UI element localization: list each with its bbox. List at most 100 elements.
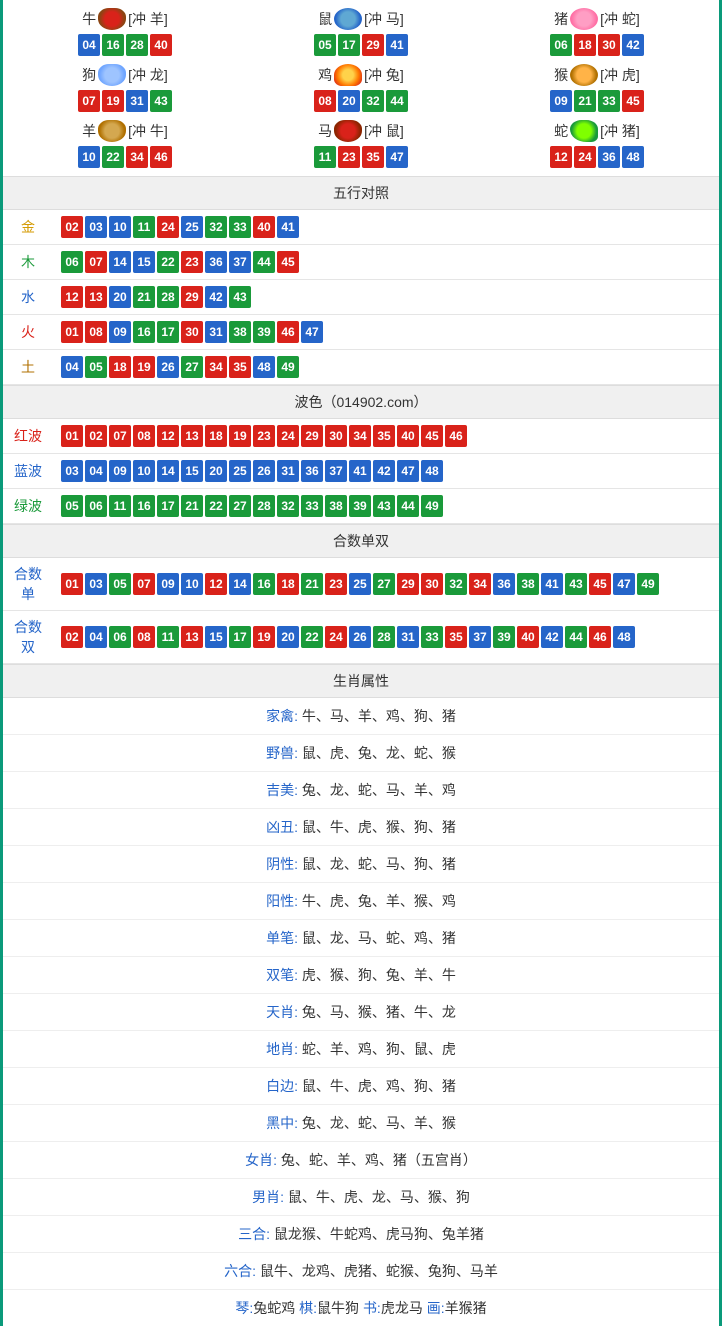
zodiac-cell: 马[冲 鼠]11233547 bbox=[243, 116, 479, 172]
number-ball: 26 bbox=[157, 356, 179, 378]
number-ball: 39 bbox=[349, 495, 371, 517]
attr-value: 兔、龙、蛇、马、羊、猴 bbox=[298, 1115, 456, 1131]
row-label: 蓝波 bbox=[3, 454, 53, 489]
number-ball: 07 bbox=[133, 573, 155, 595]
zodiac-cell: 猴[冲 虎]09213345 bbox=[479, 60, 715, 116]
number-ball: 37 bbox=[469, 626, 491, 648]
number-ball: 16 bbox=[133, 495, 155, 517]
number-ball: 05 bbox=[61, 495, 83, 517]
number-ball: 24 bbox=[325, 626, 347, 648]
number-ball: 17 bbox=[338, 34, 360, 56]
number-ball: 08 bbox=[133, 626, 155, 648]
number-ball: 33 bbox=[301, 495, 323, 517]
number-ball: 07 bbox=[85, 251, 107, 273]
number-ball: 04 bbox=[85, 460, 107, 482]
number-ball: 27 bbox=[373, 573, 395, 595]
attr-value: 兔、马、猴、猪、牛、龙 bbox=[298, 1004, 456, 1020]
number-ball: 15 bbox=[133, 251, 155, 273]
attr-value: 鼠、牛、虎、龙、马、猴、狗 bbox=[284, 1189, 470, 1205]
number-ball: 31 bbox=[277, 460, 299, 482]
footer-value: 虎龙马 bbox=[381, 1300, 427, 1316]
ball-row: 08203244 bbox=[247, 90, 475, 112]
row-label: 水 bbox=[3, 280, 53, 315]
attr-value: 牛、虎、兔、羊、猴、鸡 bbox=[298, 893, 456, 909]
zodiac-name: 牛 bbox=[82, 9, 96, 29]
attr-row: 男肖: 鼠、牛、虎、龙、马、猴、狗 bbox=[3, 1179, 719, 1216]
number-ball: 15 bbox=[205, 626, 227, 648]
ball-row: 06183042 bbox=[483, 34, 711, 56]
number-ball: 39 bbox=[253, 321, 275, 343]
zodiac-chong: [冲 牛] bbox=[128, 121, 168, 141]
attr-value: 蛇、羊、鸡、狗、鼠、虎 bbox=[298, 1041, 456, 1057]
number-ball: 45 bbox=[421, 425, 443, 447]
number-ball: 49 bbox=[421, 495, 443, 517]
number-ball: 44 bbox=[565, 626, 587, 648]
zodiac-cell: 牛[冲 羊]04162840 bbox=[7, 4, 243, 60]
row-balls: 0102070812131819232429303435404546 bbox=[53, 419, 719, 454]
attr-row: 单笔: 鼠、龙、马、蛇、鸡、猪 bbox=[3, 920, 719, 957]
number-ball: 34 bbox=[469, 573, 491, 595]
number-ball: 33 bbox=[598, 90, 620, 112]
number-ball: 16 bbox=[133, 321, 155, 343]
number-ball: 20 bbox=[277, 626, 299, 648]
number-ball: 30 bbox=[181, 321, 203, 343]
number-ball: 04 bbox=[61, 356, 83, 378]
number-ball: 22 bbox=[157, 251, 179, 273]
number-ball: 44 bbox=[397, 495, 419, 517]
number-ball: 03 bbox=[85, 573, 107, 595]
attr-label: 双笔: bbox=[266, 967, 298, 983]
number-ball: 45 bbox=[622, 90, 644, 112]
zodiac-header: 猴[冲 虎] bbox=[483, 64, 711, 86]
row-balls: 03040910141520252631363741424748 bbox=[53, 454, 719, 489]
number-ball: 17 bbox=[157, 321, 179, 343]
attr-row: 六合: 鼠牛、龙鸡、虎猪、蛇猴、兔狗、马羊 bbox=[3, 1253, 719, 1290]
number-ball: 32 bbox=[362, 90, 384, 112]
zodiac-chong: [冲 马] bbox=[364, 9, 404, 29]
footer-label: 书: bbox=[363, 1300, 381, 1316]
row-label: 金 bbox=[3, 210, 53, 245]
number-ball: 17 bbox=[229, 626, 251, 648]
attr-value: 鼠、牛、虎、猴、狗、猪 bbox=[298, 819, 456, 835]
number-ball: 11 bbox=[109, 495, 131, 517]
number-ball: 44 bbox=[253, 251, 275, 273]
number-ball: 06 bbox=[109, 626, 131, 648]
rooster-icon bbox=[334, 64, 362, 86]
zodiac-cell: 鼠[冲 马]05172941 bbox=[243, 4, 479, 60]
snake-icon bbox=[570, 120, 598, 142]
zodiac-name: 猴 bbox=[554, 65, 568, 85]
attr-label: 家禽: bbox=[266, 708, 298, 724]
number-ball: 48 bbox=[622, 146, 644, 168]
attr-row: 野兽: 鼠、虎、兔、龙、蛇、猴 bbox=[3, 735, 719, 772]
number-ball: 09 bbox=[550, 90, 572, 112]
number-ball: 09 bbox=[109, 321, 131, 343]
number-ball: 47 bbox=[613, 573, 635, 595]
zodiac-name: 马 bbox=[318, 121, 332, 141]
footer-value: 鼠牛狗 bbox=[317, 1300, 363, 1316]
footer-value: 羊猴猪 bbox=[445, 1300, 487, 1316]
footer-label: 琴: bbox=[235, 1300, 253, 1316]
row-label: 木 bbox=[3, 245, 53, 280]
ox-icon bbox=[98, 8, 126, 30]
number-ball: 31 bbox=[397, 626, 419, 648]
number-ball: 47 bbox=[397, 460, 419, 482]
number-ball: 29 bbox=[397, 573, 419, 595]
attr-label: 吉美: bbox=[266, 782, 298, 798]
number-ball: 05 bbox=[109, 573, 131, 595]
number-ball: 37 bbox=[229, 251, 251, 273]
number-ball: 12 bbox=[550, 146, 572, 168]
number-ball: 43 bbox=[229, 286, 251, 308]
attr-label: 黑中: bbox=[266, 1115, 298, 1131]
number-ball: 46 bbox=[589, 626, 611, 648]
number-ball: 24 bbox=[157, 216, 179, 238]
number-ball: 21 bbox=[133, 286, 155, 308]
number-ball: 30 bbox=[598, 34, 620, 56]
number-ball: 35 bbox=[445, 626, 467, 648]
number-ball: 27 bbox=[229, 495, 251, 517]
zodiac-header: 羊[冲 牛] bbox=[11, 120, 239, 142]
attr-row: 吉美: 兔、龙、蛇、马、羊、鸡 bbox=[3, 772, 719, 809]
number-ball: 13 bbox=[181, 425, 203, 447]
number-ball: 21 bbox=[181, 495, 203, 517]
number-ball: 12 bbox=[61, 286, 83, 308]
section-wuxing-header: 五行对照 bbox=[3, 176, 719, 210]
number-ball: 44 bbox=[386, 90, 408, 112]
